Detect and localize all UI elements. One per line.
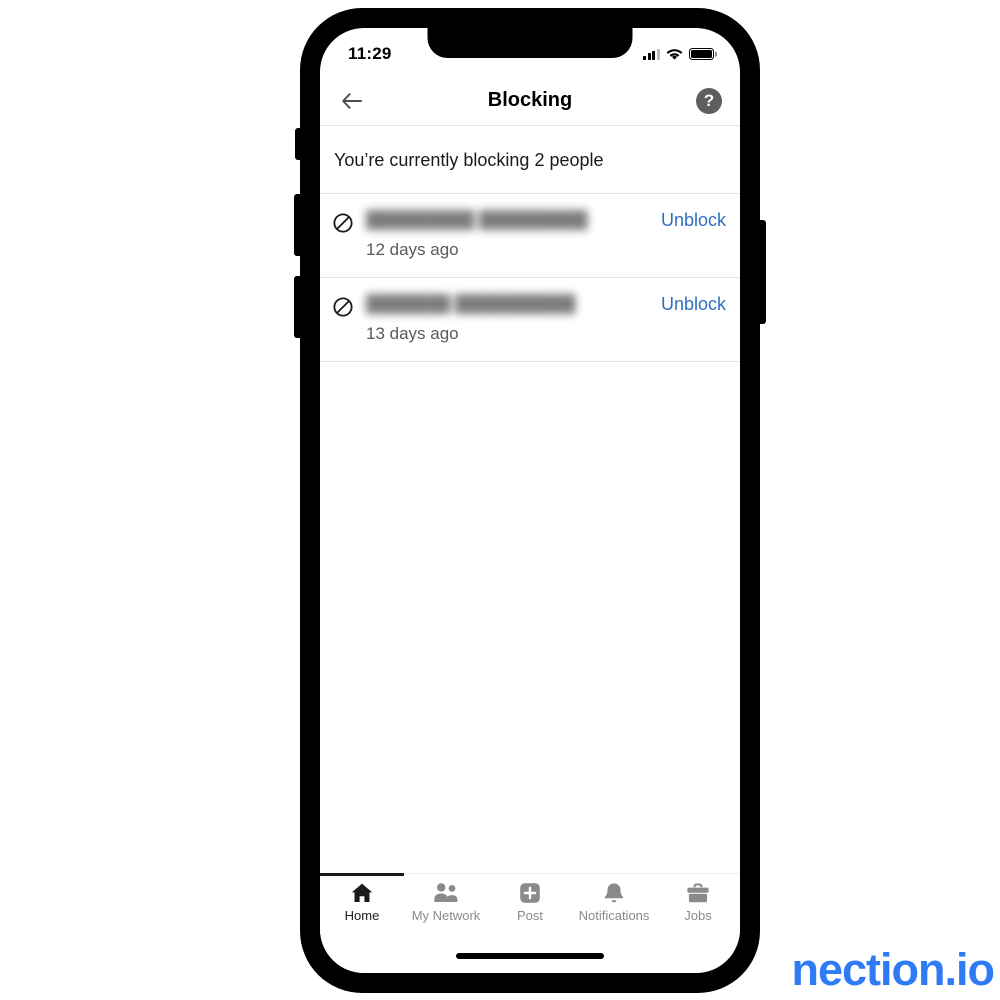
- tab-jobs[interactable]: Jobs: [656, 882, 740, 923]
- briefcase-icon: [687, 883, 709, 902]
- page-title: Blocking: [487, 89, 573, 111]
- tab-post[interactable]: Post: [488, 882, 572, 923]
- tab-notifications[interactable]: Notifications: [572, 882, 656, 923]
- block-slash-icon: [333, 297, 353, 317]
- help-icon[interactable]: ?: [696, 87, 722, 114]
- table-row[interactable]: ███████ ██████████ 13 days ago Unblock: [320, 278, 740, 362]
- content-empty-area: [320, 362, 740, 873]
- back-arrow-icon: [342, 92, 362, 109]
- nav-header: Blocking ?: [320, 76, 740, 126]
- blocked-since-label: 13 days ago: [366, 324, 459, 343]
- tab-label: Post: [516, 908, 543, 923]
- wifi-icon: [666, 48, 683, 60]
- screenshot-canvas: 11:29 Blocking ? You’re currently blocki…: [0, 0, 1000, 1000]
- active-tab-indicator: [320, 872, 404, 876]
- home-icon: [351, 883, 373, 902]
- unblock-button[interactable]: Unblock: [661, 294, 726, 315]
- tab-label: Jobs: [684, 908, 712, 923]
- block-slash-icon: [333, 213, 353, 233]
- blocked-since-label: 12 days ago: [366, 240, 459, 259]
- phone-screen: 11:29 Blocking ? You’re currently blocki…: [320, 28, 740, 973]
- blocking-summary-text: You’re currently blocking 2 people: [320, 126, 740, 194]
- blocking-content: You’re currently blocking 2 people █████…: [320, 126, 740, 362]
- bell-icon: [604, 882, 624, 902]
- blocked-person-name: ███████ ██████████: [366, 294, 576, 313]
- plus-square-icon: [520, 883, 540, 903]
- table-row[interactable]: █████████ █████████ 12 days ago Unblock: [320, 194, 740, 278]
- phone-device-frame: 11:29 Blocking ? You’re currently blocki…: [294, 8, 766, 993]
- volume-up-button[interactable]: [294, 194, 301, 256]
- device-notch: [427, 28, 633, 58]
- cellular-signal-icon: [643, 48, 660, 60]
- tab-home[interactable]: Home: [320, 882, 404, 923]
- tab-my-network[interactable]: My Network: [404, 882, 488, 923]
- home-indicator[interactable]: [456, 953, 604, 959]
- blocked-person-name: █████████ █████████: [366, 210, 588, 229]
- people-icon: [434, 883, 458, 902]
- watermark-logo: nection.io: [791, 944, 995, 995]
- back-button[interactable]: [330, 79, 374, 123]
- tab-label: My Network: [411, 908, 481, 923]
- power-button[interactable]: [759, 220, 766, 324]
- tab-label: Home: [344, 908, 380, 923]
- tab-label: Notifications: [578, 908, 650, 923]
- home-indicator-area: [320, 939, 740, 973]
- unblock-button[interactable]: Unblock: [661, 210, 726, 231]
- bottom-tab-bar: Home My Network Post Notifications Jobs: [320, 872, 740, 939]
- volume-down-button[interactable]: [294, 276, 301, 338]
- status-bar-time: 11:29: [348, 44, 392, 63]
- battery-icon: [689, 48, 714, 60]
- mute-switch-button[interactable]: [295, 128, 301, 160]
